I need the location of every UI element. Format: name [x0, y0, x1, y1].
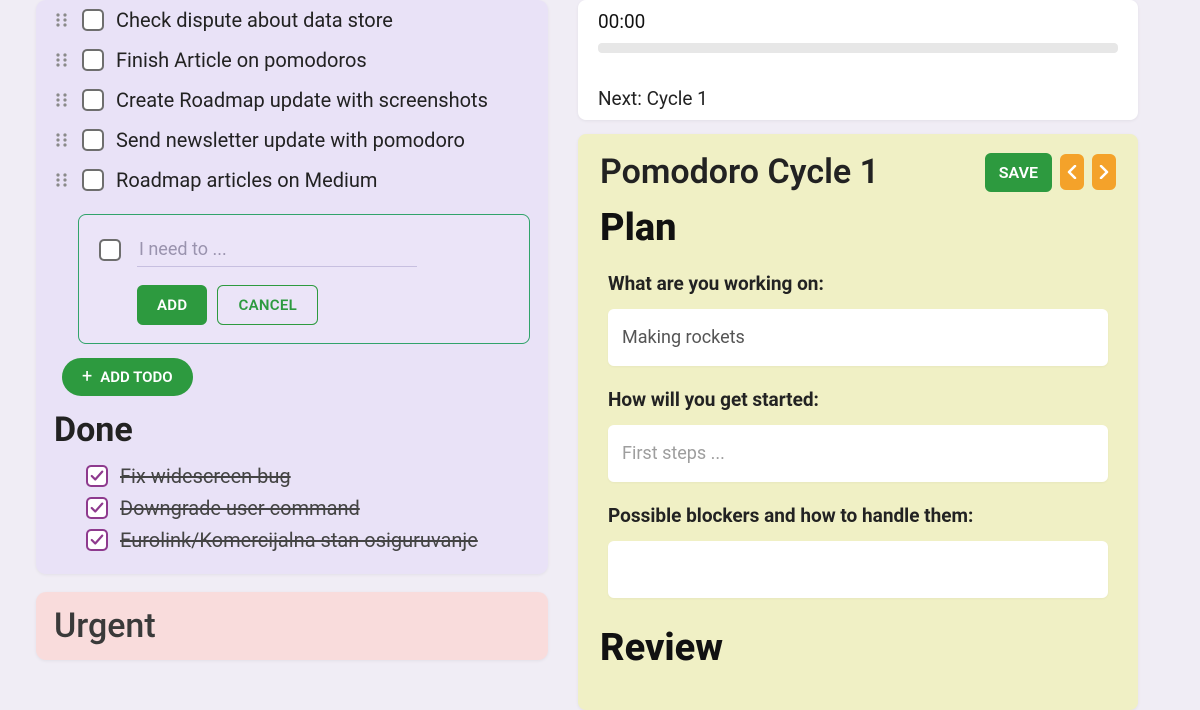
add-button[interactable]: ADD	[137, 285, 207, 325]
timer-progress[interactable]	[598, 43, 1118, 53]
drag-grip-icon[interactable]	[54, 172, 70, 188]
q3-label: Possible blockers and how to handle them…	[608, 504, 1116, 527]
drag-grip-icon[interactable]	[54, 92, 70, 108]
todo-checkbox[interactable]	[82, 129, 104, 151]
cycle-card: Pomodoro Cycle 1 SAVE Plan What are you …	[578, 134, 1138, 710]
done-row[interactable]: Downgrade user command	[86, 492, 530, 524]
todo-checkbox[interactable]	[82, 49, 104, 71]
todo-checkbox[interactable]	[82, 9, 104, 31]
add-todo-button[interactable]: + ADD TODO	[62, 358, 193, 396]
done-label: Fix widescreen bug	[120, 464, 291, 488]
review-heading: Review	[600, 626, 1116, 670]
todo-row[interactable]: Send newsletter update with pomodoro	[54, 120, 530, 160]
q3-input[interactable]	[608, 541, 1108, 598]
q2-label: How will you get started:	[608, 388, 1116, 411]
todo-row[interactable]: Roadmap articles on Medium	[54, 160, 530, 200]
drag-grip-icon[interactable]	[54, 132, 70, 148]
todo-checkbox[interactable]	[82, 89, 104, 111]
next-button[interactable]	[1092, 154, 1116, 190]
prev-button[interactable]	[1060, 154, 1084, 190]
save-button[interactable]: SAVE	[985, 153, 1052, 192]
todo-checkbox[interactable]	[82, 169, 104, 191]
cancel-button[interactable]: CANCEL	[217, 285, 318, 325]
chevron-left-icon	[1067, 165, 1077, 179]
todo-label: Check dispute about data store	[116, 8, 393, 32]
chevron-right-icon	[1099, 165, 1109, 179]
timer-next: Next: Cycle 1	[598, 87, 1118, 110]
todo-label: Finish Article on pomodoros	[116, 48, 367, 72]
plan-heading: Plan	[600, 206, 1116, 250]
cycle-title: Pomodoro Cycle 1	[600, 152, 879, 192]
q1-input[interactable]	[608, 309, 1108, 366]
todo-label: Roadmap articles on Medium	[116, 168, 377, 192]
add-todo-input[interactable]	[137, 233, 417, 267]
urgent-heading: Urgent	[54, 606, 530, 646]
done-checkbox[interactable]	[86, 497, 108, 519]
done-row[interactable]: Fix widescreen bug	[86, 460, 530, 492]
todo-row[interactable]: Finish Article on pomodoros	[54, 40, 530, 80]
todo-label: Create Roadmap update with screenshots	[116, 88, 488, 112]
drag-grip-icon[interactable]	[54, 52, 70, 68]
todo-row[interactable]: Check dispute about data store	[54, 0, 530, 40]
done-checkbox[interactable]	[86, 529, 108, 551]
done-label: Eurolink/Komercijalna stan osiguruvanje	[120, 528, 478, 552]
drag-grip-icon[interactable]	[54, 12, 70, 28]
timer-card: 00:00 Next: Cycle 1	[578, 0, 1138, 120]
todo-label: Send newsletter update with pomodoro	[116, 128, 465, 152]
done-checkbox[interactable]	[86, 465, 108, 487]
done-list: Fix widescreen bug Downgrade user command…	[54, 460, 530, 556]
done-row[interactable]: Eurolink/Komercijalna stan osiguruvanje	[86, 524, 530, 556]
done-label: Downgrade user command	[120, 496, 360, 520]
add-todo-button-label: ADD TODO	[100, 368, 172, 386]
q1-label: What are you working on:	[608, 272, 1116, 295]
timer-display: 00:00	[598, 10, 1118, 33]
todo-row[interactable]: Create Roadmap update with screenshots	[54, 80, 530, 120]
plus-icon: +	[82, 368, 92, 386]
todo-list: Check dispute about data store Finish Art…	[54, 0, 530, 200]
urgent-card: Urgent	[36, 592, 548, 660]
add-todo-checkbox[interactable]	[99, 239, 121, 261]
q2-input[interactable]	[608, 425, 1108, 482]
done-heading: Done	[54, 410, 530, 450]
add-todo-form: ADD CANCEL	[78, 214, 530, 344]
